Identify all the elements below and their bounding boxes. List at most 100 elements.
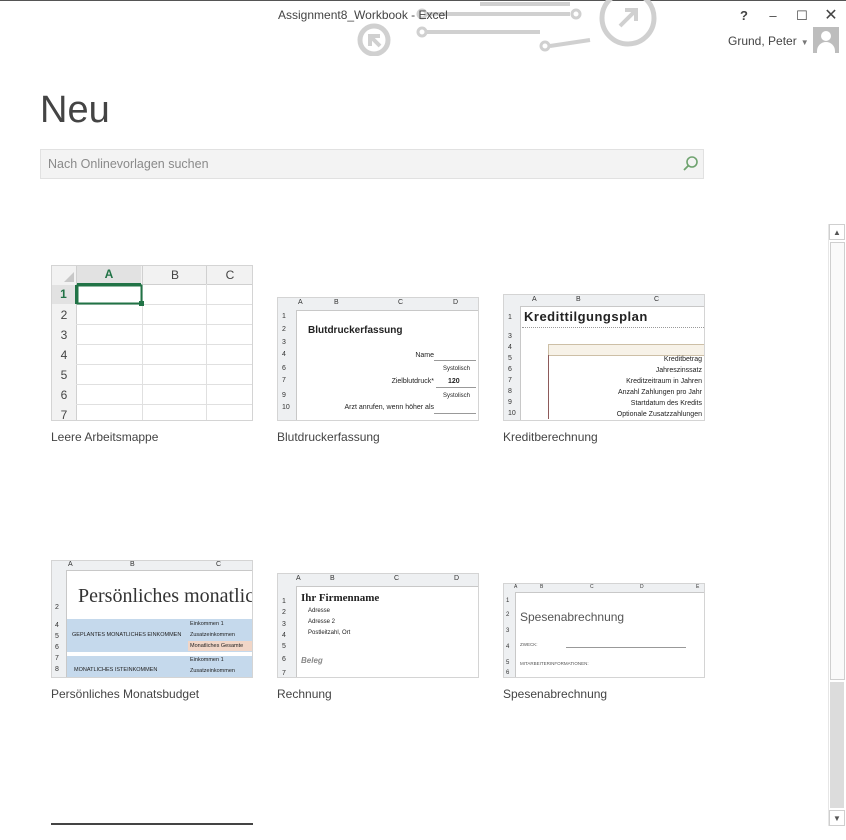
column-header-bar: A B C (504, 295, 704, 307)
target-line (436, 387, 476, 388)
row-header-7: 7 (60, 408, 68, 421)
column-header-b: B (142, 266, 207, 284)
name-label: Name (415, 352, 434, 359)
target-label: Zielblutdruck* (391, 378, 434, 385)
column-header-d: D (454, 575, 460, 582)
template-label: Leere Arbeitsmappe (51, 430, 159, 444)
extra-income-label: Zusatzeinkommen (190, 632, 235, 638)
address-1: Adresse (308, 608, 331, 614)
avatar[interactable] (813, 27, 839, 53)
loan-line: Startdatum des Kredits (630, 400, 702, 407)
row-header: 5 (506, 660, 510, 666)
row-header-5: 5 (60, 368, 68, 382)
avatar-body (817, 42, 835, 53)
column-header-a: A (68, 561, 73, 568)
minimize-button[interactable]: – (762, 6, 784, 26)
row-header: 1 (508, 314, 512, 321)
template-thumbnail: A B C 2 4 5 6 7 8 Persönliches monatlich… (51, 560, 253, 678)
row-header: 8 (55, 666, 59, 673)
purpose-line (566, 647, 686, 648)
row-header: 6 (506, 670, 510, 676)
search-input[interactable] (48, 150, 668, 178)
page-title: Neu (40, 89, 110, 132)
column-header-b: B (334, 299, 339, 306)
template-loan[interactable]: A B C 1 3 4 5 6 7 8 9 10 Kredittilgungsp… (503, 294, 705, 444)
row-header-bar: 1 3 4 5 6 7 8 9 10 (504, 306, 521, 420)
avatar-head (821, 31, 831, 41)
template-thumbnail: A B C 1 2 3 4 5 6 7 (51, 265, 253, 421)
column-header-c: C (590, 584, 594, 590)
loan-line: Jahreszinssatz (655, 367, 702, 374)
row-header-bar: 1 2 3 4 5 6 (504, 592, 516, 677)
title-underline (522, 327, 704, 328)
template-partial[interactable] (51, 823, 253, 840)
column-header-c: C (206, 266, 252, 284)
close-button[interactable]: ✕ (820, 6, 842, 26)
scroll-track[interactable] (830, 682, 844, 808)
company-name: Ihr Firmenname (301, 592, 380, 604)
row-header: 6 (282, 656, 286, 663)
row-header: 3 (282, 621, 286, 628)
row-header: 5 (282, 643, 286, 650)
row-header: 4 (282, 632, 286, 639)
loan-line: Anzahl Zahlungen pro Jahr (617, 389, 702, 396)
row-header: 5 (55, 633, 59, 640)
income-1-label-2: Einkommen 1 (190, 657, 224, 663)
template-label: Blutdruckerfassung (277, 430, 380, 444)
template-blank-workbook[interactable]: A B C 1 2 3 4 5 6 7 Leere Arbeitsmappe (51, 265, 253, 444)
cell-grid (76, 284, 252, 420)
row-header: 4 (55, 622, 59, 629)
sheet-title: Spesenabrechnung (520, 610, 625, 624)
employee-info-label: MITARBEITERINFORMATIONEN: (520, 661, 589, 666)
template-thumbnail: A B C D 1 2 3 4 5 6 7 Ihr Firmenname Adr… (277, 573, 479, 678)
scroll-thumb[interactable] (830, 242, 845, 680)
sheet-title: Blutdruckerfassung (308, 325, 403, 336)
column-header-a: A (298, 299, 303, 306)
row-header: 1 (506, 598, 510, 604)
row-header: 4 (508, 344, 512, 351)
loan-line: Kreditbetrag (663, 356, 702, 363)
row-header: 7 (282, 377, 286, 384)
column-header-a: A (77, 266, 141, 285)
input-block (548, 355, 704, 419)
vertical-scrollbar[interactable]: ▲ ▼ (828, 224, 845, 826)
row-header: 6 (508, 366, 512, 373)
template-expense[interactable]: A B C D E 1 2 3 4 5 6 Spesenabrechnung Z… (503, 583, 705, 701)
sheet-title: Kredittilgungsplan (524, 309, 648, 324)
row-header: 7 (508, 377, 512, 384)
column-header-b: B (576, 296, 581, 303)
row-header: 1 (282, 598, 286, 605)
sheet-title: Persönliches monatliches (78, 585, 253, 607)
title-bar: Assignment8_Workbook - Excel ? – ☐ ✕ Gru… (0, 0, 846, 56)
income-1-label: Einkommen 1 (190, 621, 224, 627)
doctor-label: Arzt anrufen, wenn höher als (344, 404, 435, 411)
row-header-bar: 1 2 3 4 6 7 9 10 (278, 310, 297, 420)
column-header-bar: A B C D E (504, 584, 704, 593)
column-header-c: C (654, 296, 660, 303)
column-header-d: D (453, 299, 459, 306)
search-box[interactable] (40, 149, 704, 179)
row-header: 7 (55, 655, 59, 662)
address-2: Adresse 2 (308, 619, 336, 625)
row-header: 3 (506, 628, 510, 634)
row-header: 2 (55, 604, 59, 611)
column-header-bar: A B C (52, 561, 252, 571)
template-blood-pressure[interactable]: A B C D 1 2 3 4 6 7 9 10 Blutdruckerfass… (277, 297, 479, 444)
monthly-total-label: Monatliches Gesamte (190, 643, 244, 649)
search-icon[interactable] (682, 155, 700, 173)
account-menu[interactable]: Grund, Peter ▼ (728, 34, 809, 48)
column-header-b: B (540, 584, 544, 590)
row-header: 2 (506, 612, 510, 618)
template-invoice[interactable]: A B C D 1 2 3 4 5 6 7 Ihr Firmenname Adr… (277, 573, 479, 701)
template-monthly-budget[interactable]: A B C 2 4 5 6 7 8 Persönliches monatlich… (51, 560, 253, 701)
scroll-down-icon[interactable]: ▼ (829, 810, 845, 826)
loan-line: Optionale Zusatzzahlungen (616, 411, 702, 418)
maximize-button[interactable]: ☐ (791, 6, 813, 26)
row-header-2: 2 (60, 308, 68, 322)
scroll-up-icon[interactable]: ▲ (829, 224, 845, 240)
row-header-bar: 2 4 5 6 7 8 (52, 570, 67, 677)
template-thumbnail: A B C 1 3 4 5 6 7 8 9 10 Kredittilgungsp… (503, 294, 705, 421)
column-header-a: A (532, 296, 537, 303)
template-thumbnail: A B C D 1 2 3 4 6 7 9 10 Blutdruckerfass… (277, 297, 479, 421)
help-button[interactable]: ? (733, 6, 755, 26)
